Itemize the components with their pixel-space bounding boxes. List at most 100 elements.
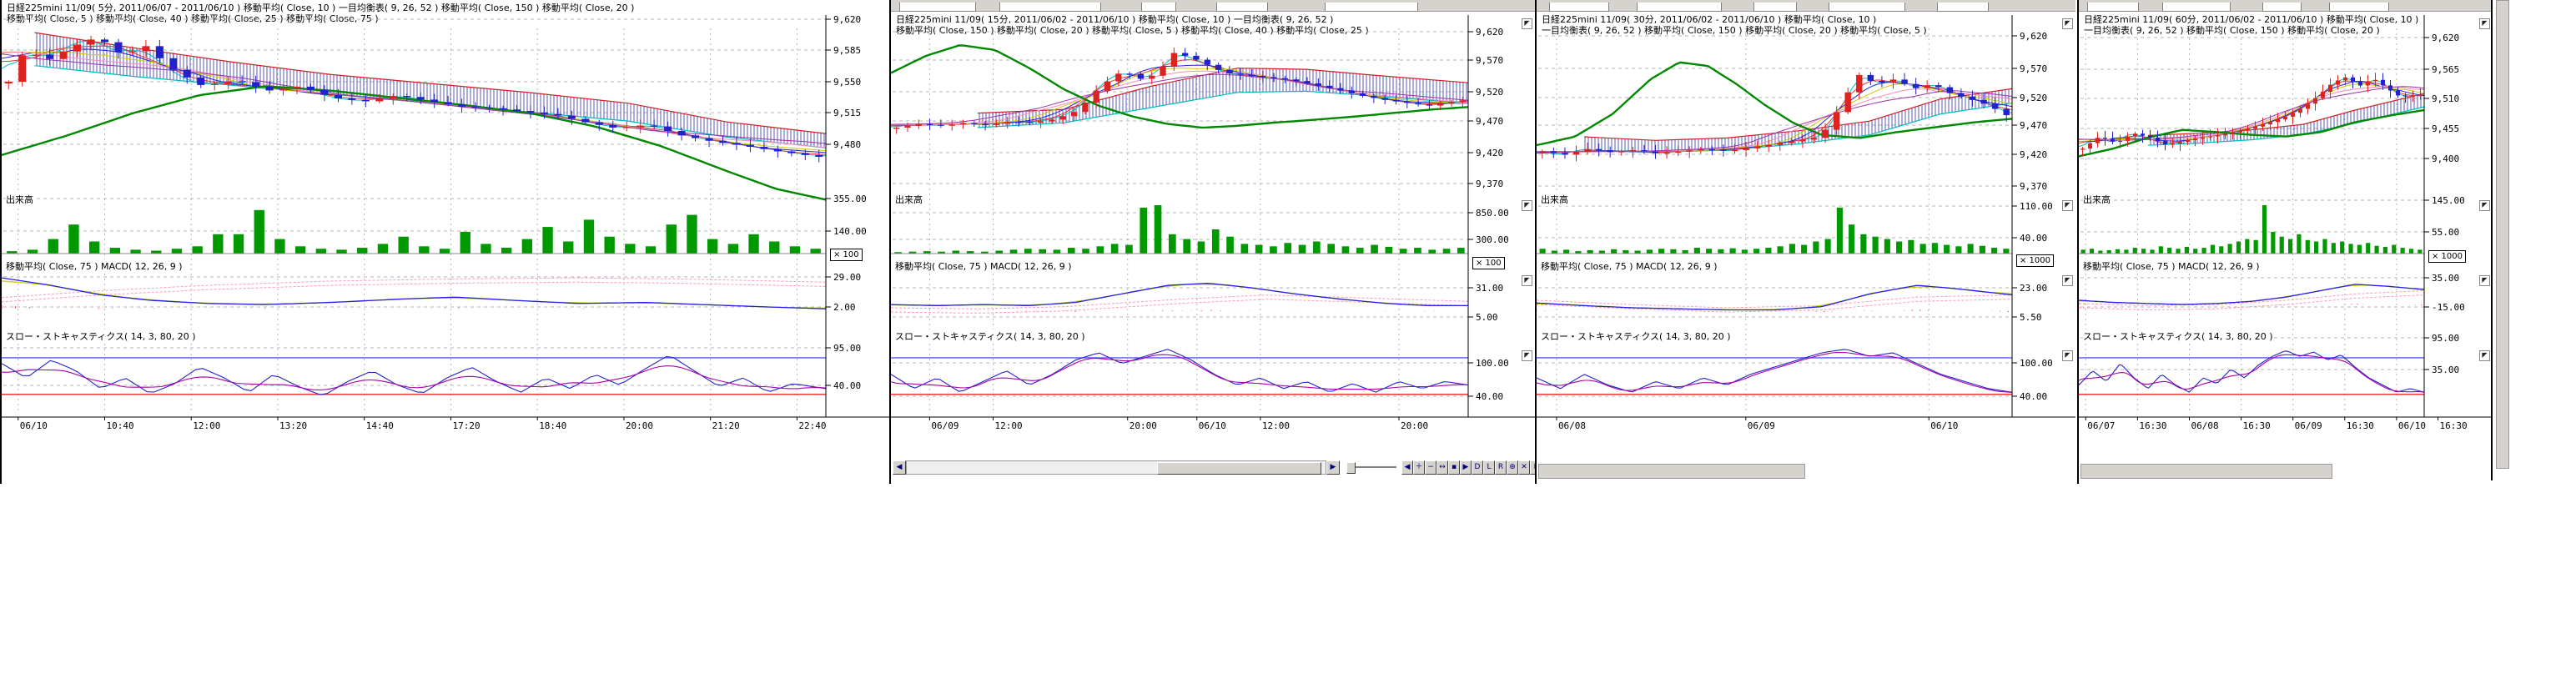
y-axis-label: 55.00: [2432, 227, 2459, 238]
chart-tool-button-3[interactable]: ↔: [1436, 460, 1448, 475]
stochastics-section-label: スロー・ストキャスティクス( 14, 3, 80, 20 ): [1541, 329, 1731, 343]
axis-frame: [2079, 15, 2493, 417]
chart-tool-button-2[interactable]: −: [1425, 460, 1436, 475]
scroll-left-button[interactable]: ◀: [893, 460, 906, 475]
y-axis-label: 31.00: [1476, 283, 1503, 294]
x-axis-label: 12:00: [1262, 420, 1290, 431]
scroll-right-button[interactable]: ▶: [1326, 460, 1340, 475]
y-axis-label: 9,620: [833, 14, 861, 25]
scrollbar-track[interactable]: [906, 460, 1326, 475]
stochastics-plot: [2079, 351, 2424, 395]
volume-bars: [1537, 208, 2012, 254]
scale-adjust-button[interactable]: ◤: [2479, 350, 2490, 361]
scale-adjust-button[interactable]: ◤: [2062, 350, 2073, 361]
y-axis-label: 95.00: [2432, 333, 2459, 344]
scale-adjust-button[interactable]: ◤: [1522, 200, 1532, 211]
macd-plot: [1537, 285, 2012, 312]
y-axis-label: 9,520: [1476, 87, 1503, 98]
chart-canvas[interactable]: 9,6209,5709,5209,4709,4209,370110.0040.0…: [1537, 0, 2075, 484]
y-axis-labels: 9,6209,5709,5209,4709,4209,370850.00300.…: [1468, 27, 1509, 402]
stochastics-section-label: スロー・ストキャスティクス( 14, 3, 80, 20 ): [6, 329, 196, 343]
chart-tool-button-0[interactable]: ◀: [1401, 460, 1413, 475]
y-axis-label: 140.00: [833, 226, 867, 237]
x-axis-label: 10:40: [107, 420, 134, 431]
volume-multiplier-badge: × 1000: [2016, 254, 2054, 267]
y-axis-label: -15.00: [2432, 302, 2465, 313]
y-axis-label: 9,470: [2020, 120, 2047, 131]
y-axis-label: 9,620: [2432, 33, 2459, 43]
chart-window-5min: 日経225mini 11/09( 5分, 2011/06/07 - 2011/0…: [0, 0, 889, 484]
scale-adjust-button[interactable]: ◤: [2479, 200, 2490, 211]
ichimoku-cloud: [1584, 88, 2012, 152]
chart-tool-button-1[interactable]: ＋: [1413, 460, 1425, 475]
y-axis-label: 355.00: [833, 194, 867, 204]
chart-canvas[interactable]: 9,6209,5859,5509,5159,480355.00140.0029.…: [2, 0, 889, 484]
y-axis-label: 9,420: [2020, 149, 2047, 160]
y-axis-label: 9,370: [1476, 179, 1503, 189]
y-axis-label: 40.00: [2020, 233, 2047, 244]
zoom-slider[interactable]: [1346, 466, 1396, 468]
window-edge-fragment: [2496, 0, 2509, 469]
axis-frame: [1537, 15, 2075, 417]
y-axis-label: 9,515: [833, 108, 861, 118]
scale-adjust-button[interactable]: ◤: [2062, 275, 2073, 286]
x-axis-label: 18:40: [539, 420, 566, 431]
scrollbar-thumb[interactable]: [1157, 462, 1321, 475]
chart-tool-button-4[interactable]: ▪: [1448, 460, 1460, 475]
x-axis-label: 14:40: [366, 420, 394, 431]
y-axis-label: 9,620: [2020, 31, 2047, 42]
x-axis-label: 12:00: [193, 420, 220, 431]
scale-adjust-button[interactable]: ◤: [1522, 18, 1532, 29]
y-axis-label: 100.00: [1476, 358, 1509, 369]
chart-tool-button-5[interactable]: ▶: [1460, 460, 1472, 475]
x-axis-label: 16:30: [2347, 420, 2374, 431]
y-axis-label: 23.00: [2020, 283, 2047, 294]
macd-plot: [2079, 284, 2424, 310]
scrollbar-fragment: [1538, 464, 1805, 479]
y-axis-label: 9,480: [833, 139, 861, 150]
y-axis-labels: 9,6209,5709,5209,4709,4209,370110.0040.0…: [2012, 31, 2053, 402]
trading-app-workspace: 日経225mini 11/09( 5分, 2011/06/07 - 2011/0…: [0, 0, 2576, 694]
y-axis-label: 850.00: [1476, 208, 1509, 219]
chart-tool-button-9[interactable]: ⊕: [1507, 460, 1518, 475]
chart-tool-button-10[interactable]: ✕: [1518, 460, 1530, 475]
x-axis-label: 21:20: [712, 420, 740, 431]
scale-adjust-button[interactable]: ◤: [2479, 275, 2490, 286]
x-axis-label: 17:20: [452, 420, 480, 431]
scale-adjust-button[interactable]: ◤: [2479, 18, 2490, 29]
chart-canvas[interactable]: 9,6209,5659,5109,4559,400145.0055.0035.0…: [2079, 0, 2493, 484]
chart-canvas[interactable]: 9,6209,5709,5209,4709,4209,370850.00300.…: [891, 0, 1535, 484]
y-axis-label: 9,565: [2432, 64, 2459, 75]
y-axis-labels: 9,6209,5659,5109,4559,400145.0055.0035.0…: [2424, 33, 2465, 375]
scale-adjust-button[interactable]: ◤: [2062, 200, 2073, 211]
chart-tool-button-7[interactable]: L: [1483, 460, 1495, 475]
stochastics-section-label: スロー・ストキャスティクス( 14, 3, 80, 20 ): [2083, 329, 2273, 343]
window-right-border: [2491, 0, 2493, 480]
stochastics-plot: [2, 356, 826, 395]
y-axis-label: 35.00: [2432, 365, 2459, 375]
y-axis-label: 9,510: [2432, 93, 2459, 104]
x-axis-label: 06/10: [20, 420, 48, 431]
stochastics-plot: [1537, 350, 2012, 395]
y-axis-label: 40.00: [1476, 391, 1503, 402]
y-axis-label: 95.00: [833, 343, 861, 354]
x-axis-label: 06/10: [1930, 420, 1958, 431]
y-axis-label: 9,470: [1476, 116, 1503, 127]
x-axis-label: 22:40: [798, 420, 826, 431]
chart-tool-button-8[interactable]: R: [1495, 460, 1507, 475]
zoom-slider-knob[interactable]: [1346, 462, 1356, 474]
stochastics-section-label: スロー・ストキャスティクス( 14, 3, 80, 20 ): [895, 329, 1085, 343]
x-axis-label: 06/09: [1748, 420, 1775, 431]
chart-tool-button-6[interactable]: D: [1472, 460, 1483, 475]
chart-window-15min: 日経225mini 11/09( 15分, 2011/06/02 - 2011/…: [889, 0, 1535, 484]
volume-multiplier-badge: × 100: [830, 249, 863, 261]
y-axis-label: 9,370: [2020, 181, 2047, 192]
scale-adjust-button[interactable]: ◤: [1522, 275, 1532, 286]
scale-adjust-button[interactable]: ◤: [2062, 18, 2073, 29]
x-axis-label: 16:30: [2243, 420, 2271, 431]
y-axis-label: 35.00: [2432, 273, 2459, 284]
chart-window-60min: 日経225mini 11/09( 60分, 2011/06/02 - 2011/…: [2077, 0, 2493, 484]
y-axis-label: 100.00: [2020, 358, 2053, 369]
macd-section-label: 移動平均( Close, 75 ) MACD( 12, 26, 9 ): [6, 259, 183, 273]
scale-adjust-button[interactable]: ◤: [1522, 350, 1532, 361]
